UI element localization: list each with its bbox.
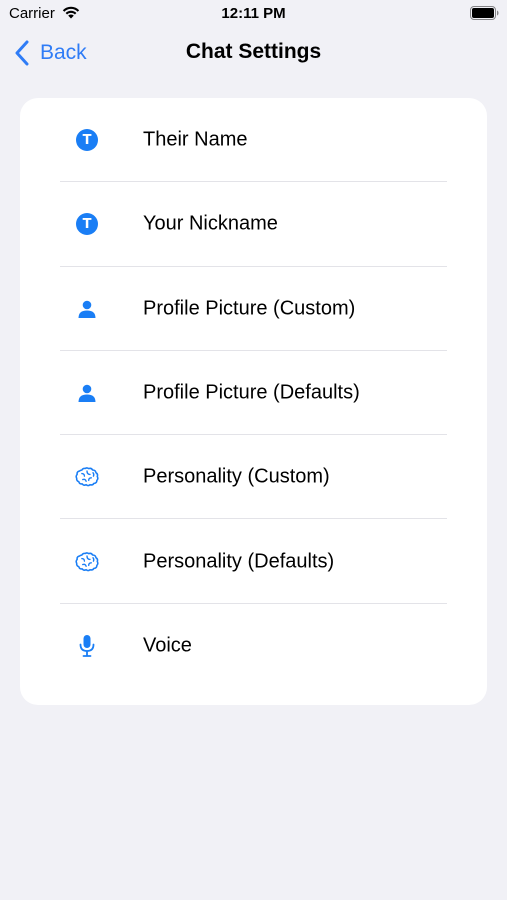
settings-item-label: Profile Picture (Defaults) xyxy=(143,381,360,404)
battery-icon xyxy=(470,6,499,20)
text-badge-icon: T xyxy=(75,212,99,236)
settings-item-label: Personality (Defaults) xyxy=(143,550,335,573)
person-icon xyxy=(75,297,99,321)
page-title: Chat Settings xyxy=(185,40,322,63)
settings-item-your-nickname[interactable]: T Your Nickname xyxy=(20,182,487,267)
settings-item-their-name[interactable]: T Their Name xyxy=(20,98,487,183)
text-badge-letter: T xyxy=(76,213,98,236)
settings-item-personality-defaults[interactable]: Personality (Defaults) xyxy=(20,519,487,604)
person-icon xyxy=(75,381,99,405)
navigation-bar: Back Chat Settings xyxy=(0,28,507,78)
settings-item-profile-picture-defaults[interactable]: Profile Picture (Defaults) xyxy=(20,351,487,436)
text-badge-letter: T xyxy=(76,129,98,152)
settings-item-label: Profile Picture (Custom) xyxy=(143,297,356,320)
settings-item-personality-custom[interactable]: Personality (Custom) xyxy=(20,435,487,520)
brain-icon xyxy=(75,465,99,489)
settings-item-label: Your Nickname xyxy=(143,212,278,235)
settings-item-label: Voice xyxy=(143,634,192,657)
settings-item-label: Their Name xyxy=(143,128,248,151)
text-badge-icon: T xyxy=(75,128,99,152)
microphone-icon xyxy=(75,634,99,658)
brain-icon xyxy=(75,550,99,574)
settings-item-profile-picture-custom[interactable]: Profile Picture (Custom) xyxy=(20,267,487,351)
status-bar: Carrier 12:11 PM xyxy=(0,0,507,28)
settings-item-voice[interactable]: Voice xyxy=(20,604,487,688)
settings-item-label: Personality (Custom) xyxy=(143,465,330,488)
settings-list: T Their Name T Your Nickname Profile Pic… xyxy=(20,98,487,705)
status-time: 12:11 PM xyxy=(221,5,286,22)
